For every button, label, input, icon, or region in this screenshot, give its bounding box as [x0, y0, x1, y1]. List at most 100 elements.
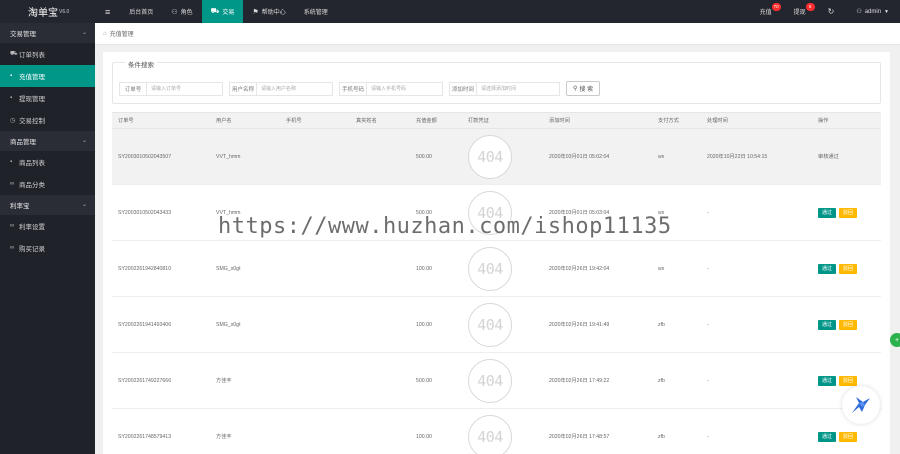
add-time-input[interactable]	[476, 81, 560, 96]
proof-image[interactable]: 404	[468, 134, 512, 179]
cell-amount: 100.00	[416, 265, 432, 272]
approve-button[interactable]: 通过	[818, 319, 837, 330]
status-text: 审核通过	[818, 154, 839, 160]
sidebar-item-trade-control[interactable]: ◷ 交易控制	[0, 109, 95, 131]
col-phone: 手机号	[286, 118, 302, 124]
assistant-button[interactable]	[842, 386, 880, 424]
top-nav-role[interactable]: ⚇ 角色	[162, 0, 201, 23]
cell-pay: zfb	[658, 433, 665, 440]
reject-button[interactable]: 驳回	[839, 431, 858, 442]
cell-proof: 404	[462, 246, 543, 291]
chevron-down-icon: ▼	[884, 8, 889, 15]
search-icon: ⚲	[573, 86, 578, 92]
list-icon: ▪	[10, 73, 13, 79]
reject-button[interactable]: 驳回	[839, 319, 858, 330]
sidebar-item-label: 提现管理	[19, 96, 45, 103]
recharge-table: 订单号 用户名 手机号 真实姓名 充值金额 打款凭证 添加时间 支付方式 处理时…	[112, 112, 881, 454]
table-row[interactable]: SY2002261749227666 方佳丰 500.00 404 2020年0…	[112, 353, 881, 409]
proof-image[interactable]: 404	[468, 358, 512, 403]
withdraw-link[interactable]: 提现 6	[783, 0, 817, 23]
recharge-badge: 70	[771, 3, 781, 11]
approve-button[interactable]: 通过	[818, 207, 837, 218]
sidebar-group-interest[interactable]: 利率宝 ⌄	[0, 195, 95, 215]
plus-icon: +	[894, 336, 900, 344]
sidebar-group-trade[interactable]: 交易管理 ⌄	[0, 23, 95, 43]
sidebar-item-label: 商品分类	[19, 182, 45, 189]
proof-image[interactable]: 404	[468, 190, 512, 235]
cell-user: 方佳丰	[216, 378, 232, 384]
order-number-input[interactable]	[146, 81, 223, 96]
add-time-label: 添加时间	[449, 81, 476, 96]
table-row[interactable]: SY2003010502043507 VVT_hmm 500.00 404 20…	[112, 129, 881, 185]
col-time: 添加时间	[549, 118, 570, 124]
table-row[interactable]: SY2002261748579413 方佳丰 100.00 404 2020年0…	[112, 409, 881, 454]
top-nav-help[interactable]: ⚑ 帮助中心	[243, 0, 294, 23]
refresh-button[interactable]: ↻	[817, 0, 846, 23]
float-action-button[interactable]: +	[890, 333, 900, 347]
phone-input[interactable]	[366, 81, 443, 96]
proof-image[interactable]: 404	[468, 246, 512, 291]
brand-version: V6.0	[59, 8, 70, 15]
sidebar-item-label: 充值管理	[19, 74, 45, 81]
cell-pay: zfb	[658, 377, 665, 384]
reject-button[interactable]: 驳回	[839, 207, 858, 218]
sidebar-group-label: 交易管理	[10, 31, 36, 38]
top-nav-home-label: 后台首页	[129, 10, 154, 16]
approve-button[interactable]: 通过	[818, 431, 837, 442]
cell-processed: -	[707, 433, 709, 440]
cell-time: 2020年02月26日 17:48:57	[549, 434, 610, 440]
user-menu[interactable]: ⚇ admin ▼	[845, 0, 900, 23]
cell-proof: 404	[462, 302, 543, 347]
cell-op: 通过 驳回	[812, 263, 881, 274]
link-icon: ∞	[10, 223, 15, 229]
cell-processed: -	[707, 377, 709, 384]
approve-button[interactable]: 通过	[818, 263, 837, 274]
table-row[interactable]: SY2003010502043433 VVT_hmm 500.00 404 20…	[112, 185, 881, 241]
sidebar-item-recharge[interactable]: ▪ 充值管理	[0, 65, 95, 87]
search-button[interactable]: ⚲ 搜 索	[566, 81, 601, 96]
proof-image[interactable]: 404	[468, 414, 512, 454]
sidebar-item-interest-settings[interactable]: ∞ 利率设置	[0, 215, 95, 237]
top-nav-system-label: 系统管理	[303, 10, 328, 16]
cell-op: 通过 驳回	[812, 375, 881, 386]
recharge-link[interactable]: 充值 70	[749, 0, 783, 23]
sidebar-item-label: 利率设置	[19, 224, 45, 231]
breadcrumb: ⌂ 充值管理	[95, 23, 900, 45]
sidebar-item-goods-category[interactable]: ∞ 商品分类	[0, 173, 95, 195]
cell-processed: -	[707, 209, 709, 216]
sidebar-item-orders[interactable]: ⛟ 订单列表	[0, 43, 95, 65]
sidebar-group-goods[interactable]: 商品管理 ⌄	[0, 131, 95, 151]
sidebar-item-goods-list[interactable]: ▪ 商品列表	[0, 151, 95, 173]
col-user: 用户名	[216, 118, 232, 124]
cell-user: 方佳丰	[216, 434, 232, 440]
cell-processed: -	[707, 321, 709, 328]
user-icon: ⚇	[856, 9, 862, 15]
top-right-actions: 充值 70 提现 6 ↻ ⚇ admin ▼	[749, 0, 900, 23]
approve-button[interactable]: 通过	[818, 375, 837, 386]
menu-toggle-button[interactable]: ≡	[95, 0, 120, 23]
recharge-label: 充值	[759, 10, 772, 16]
cell-user: VVT_hmm	[216, 153, 241, 160]
username-input[interactable]	[256, 81, 333, 96]
home-icon[interactable]: ⌂	[103, 31, 107, 37]
flag-icon: ⚑	[252, 8, 259, 16]
top-nav-trade[interactable]: ⛟ 交易	[201, 0, 244, 23]
breadcrumb-current: 充值管理	[109, 32, 134, 38]
reject-button[interactable]: 驳回	[839, 263, 858, 274]
link-icon: ∞	[10, 181, 15, 187]
table-row[interactable]: SY2002261941493406 SMG_x0gt 100.00 404 2…	[112, 297, 881, 353]
cell-user: SMG_x0gt	[216, 265, 241, 272]
table-row[interactable]: SY2002261942840810 SMG_x0gt 100.00 404 2…	[112, 241, 881, 297]
reject-button[interactable]: 驳回	[839, 375, 858, 386]
proof-image[interactable]: 404	[468, 302, 512, 347]
cell-time: 2020年02月26日 19:41:49	[549, 322, 610, 328]
sidebar-item-withdraw[interactable]: ▪ 提现管理	[0, 87, 95, 109]
sidebar-item-purchase-records[interactable]: ∞ 购买记录	[0, 237, 95, 259]
top-nav-home[interactable]: 后台首页	[120, 0, 162, 23]
cell-proof: 404	[462, 134, 543, 179]
cell-proof: 404	[462, 358, 543, 403]
add-time-field: 添加时间	[449, 81, 560, 96]
cell-processed: -	[707, 265, 709, 272]
top-nav-system[interactable]: 系统管理	[295, 0, 337, 23]
brand-logo[interactable]: 淘单宝 V6.0	[0, 0, 95, 23]
